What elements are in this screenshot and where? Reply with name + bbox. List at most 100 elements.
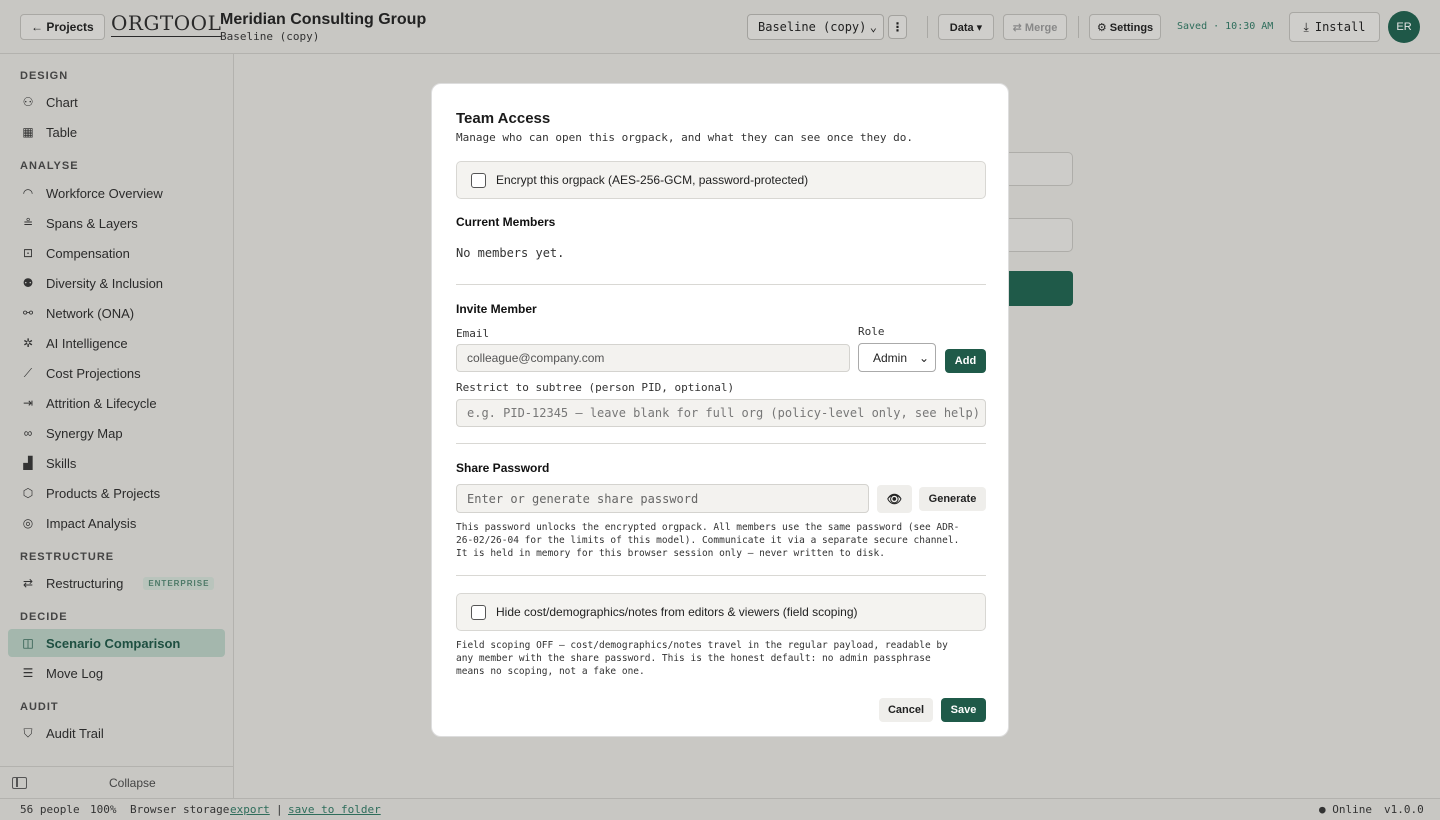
sidebar-item-synergy-map[interactable]: ∞ Synergy Map [8, 419, 225, 447]
sparkle-icon: ✲ [22, 336, 34, 350]
sidebar-item-restructuring[interactable]: ⇄ Restructuring ENTERPRISE [8, 569, 225, 597]
sidebar-item-attrition[interactable]: ⇥ Attrition & Lifecycle [8, 389, 225, 417]
role-value: Admin [873, 350, 908, 365]
chevron-down-icon: ⌄ [869, 20, 877, 34]
generate-password-button[interactable]: Generate [919, 487, 986, 511]
collapse-label: Collapse [109, 775, 156, 790]
sidebar-item-label: Scenario Comparison [46, 635, 181, 651]
invite-member-heading: Invite Member [456, 302, 537, 316]
cancel-button[interactable]: Cancel [879, 698, 933, 722]
toggle-password-visibility-button[interactable]: 👁 [877, 485, 912, 513]
sidebar-item-impact-analysis[interactable]: ◎ Impact Analysis [8, 509, 225, 537]
divider [456, 443, 986, 444]
org-name: Meridian Consulting Group [220, 11, 427, 28]
org-chart-icon: ⚇ [22, 95, 34, 109]
chevron-down-icon: ⌄ [918, 350, 929, 365]
password-help-text: This password unlocks the encrypted orgp… [456, 522, 960, 559]
encrypt-checkbox[interactable] [471, 172, 486, 188]
exit-icon: ⇥ [22, 396, 34, 410]
field-scoping-checkbox[interactable] [471, 604, 486, 620]
projects-button[interactable]: ← Projects [20, 14, 105, 40]
role-label: Role [858, 325, 885, 338]
section-title-restructure: RESTRUCTURE [20, 551, 115, 563]
export-link[interactable]: export [230, 803, 270, 816]
field-scoping-help-text: Field scoping OFF — cost/demographics/no… [456, 640, 948, 677]
sidebar-item-spans-layers[interactable]: ≗ Spans & Layers [8, 209, 225, 237]
shield-icon: ⛉ [23, 725, 33, 740]
divider [456, 284, 986, 285]
sidebar-item-move-log[interactable]: ☰ Move Log [8, 659, 225, 687]
install-button[interactable]: ⤓ Install [1289, 12, 1380, 42]
divider [1078, 16, 1079, 38]
save-button[interactable]: Save [941, 698, 986, 722]
sidebar-item-network[interactable]: ⚯ Network (ONA) [8, 299, 225, 327]
dialog-title: Team Access [456, 110, 551, 127]
field-scoping-label: Hide cost/demographics/notes from editor… [496, 605, 858, 619]
zoom-level: 100% [90, 803, 117, 816]
online-status: ● Online [1319, 803, 1372, 816]
columns-icon: ◫ [22, 636, 34, 650]
sidebar-item-label: Cost Projections [46, 365, 141, 381]
sidebar-item-compensation[interactable]: ⊡ Compensation [8, 239, 225, 267]
version: v1.0.0 [1384, 803, 1424, 816]
storage-mode: Browser storage [130, 803, 230, 816]
org-subtitle: Baseline (copy) [220, 30, 320, 43]
email-field[interactable]: colleague@company.com [456, 344, 850, 372]
merge-button[interactable]: ⇄ Merge [1003, 14, 1067, 40]
sidebar-item-label: Chart [46, 94, 78, 110]
sidebar-item-label: Products & Projects [46, 485, 161, 501]
sidebar-item-products-projects[interactable]: ⬡ Products & Projects [8, 479, 225, 507]
logo[interactable]: ORGTOOL [111, 11, 222, 37]
layers-icon: ≗ [22, 216, 34, 230]
settings-button[interactable]: ⚙ Settings [1089, 14, 1161, 40]
sidebar-item-label: Restructuring [46, 575, 124, 591]
table-icon: ▦ [22, 125, 34, 139]
role-select[interactable]: Admin ⌄ [858, 343, 936, 372]
empty-members-text: No members yet. [456, 246, 565, 260]
scenario-menu-button[interactable]: ⋮ [888, 15, 907, 39]
team-access-dialog: Team Access Manage who can open this org… [431, 83, 1009, 737]
box-icon: ⬡ [22, 486, 34, 500]
data-menu-button[interactable]: Data ▾ [938, 14, 994, 40]
sidebar-item-table[interactable]: ▦ Table [8, 118, 225, 146]
footer-separator: | [276, 803, 283, 816]
sidebar-item-scenario-comparison[interactable]: ◫ Scenario Comparison [8, 629, 225, 657]
gauge-icon: ◠ [22, 186, 34, 200]
sidebar-item-skills[interactable]: ▟ Skills [8, 449, 225, 477]
enterprise-badge: ENTERPRISE [143, 576, 215, 590]
field-scoping-option[interactable]: Hide cost/demographics/notes from editor… [456, 593, 986, 631]
sidebar-item-audit-trail[interactable]: ⛉ Audit Trail [8, 719, 225, 747]
sidebar-item-label: Diversity & Inclusion [46, 275, 164, 291]
sidebar-item-chart[interactable]: ⚇ Chart [8, 88, 225, 116]
sidebar-item-label: Move Log [46, 665, 104, 681]
avatar[interactable]: ER [1388, 11, 1420, 43]
sidebar-collapse-icon [12, 776, 27, 789]
network-icon: ⚯ [22, 306, 34, 320]
add-member-button[interactable]: Add [945, 349, 986, 373]
sidebar-item-diversity[interactable]: ⚉ Diversity & Inclusion [8, 269, 225, 297]
people-count: 56 people [20, 803, 80, 816]
target-icon: ◎ [22, 516, 34, 530]
sidebar-item-cost-projections[interactable]: ⟋ Cost Projections [8, 359, 225, 387]
eye-icon: 👁 [886, 492, 903, 506]
sidebar-item-label: AI Intelligence [46, 335, 128, 351]
subtree-label: Restrict to subtree (person PID, optiona… [456, 381, 735, 394]
sidebar-item-workforce-overview[interactable]: ◠ Workforce Overview [8, 179, 225, 207]
sidebar-item-ai-intelligence[interactable]: ✲ AI Intelligence [8, 329, 225, 357]
email-label: Email [456, 327, 490, 340]
scenario-select-value: Baseline (copy) [758, 20, 867, 34]
section-title-design: DESIGN [20, 70, 69, 82]
sidebar-item-label: Synergy Map [46, 425, 123, 441]
install-label: Install [1314, 20, 1366, 34]
sidebar-item-label: Network (ONA) [46, 305, 135, 321]
encrypt-option[interactable]: Encrypt this orgpack (AES-256-GCM, passw… [456, 161, 986, 199]
save-to-folder-link[interactable]: save to folder [288, 803, 381, 816]
share-password-field[interactable]: Enter or generate share password [456, 484, 869, 513]
collapse-button[interactable]: Collapse [0, 766, 234, 798]
sidebar-item-label: Workforce Overview [46, 185, 163, 201]
sidebar-item-label: Spans & Layers [46, 215, 138, 231]
scenario-select[interactable]: Baseline (copy) ⌄ [747, 14, 884, 40]
section-title-decide: DECIDE [20, 611, 68, 623]
status-bar: 56 people 100% Browser storage export | … [0, 798, 1440, 820]
subtree-field[interactable]: e.g. PID-12345 — leave blank for full or… [456, 399, 986, 427]
